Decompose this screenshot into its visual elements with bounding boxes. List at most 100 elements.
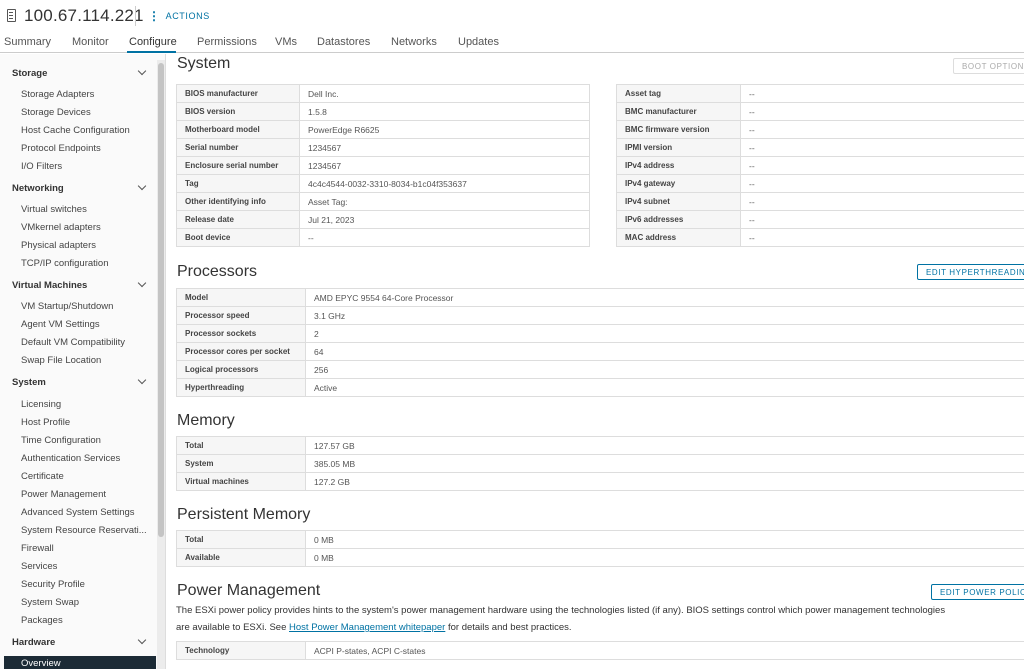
row-value: 0 MB <box>305 548 1024 567</box>
host-icon <box>7 9 16 22</box>
sidebar-item-host-profile[interactable]: Host Profile <box>21 417 70 428</box>
sidebar-group-virtual-machines[interactable]: Virtual Machines <box>12 280 87 291</box>
sidebar-item-swap-file-location[interactable]: Swap File Location <box>21 355 101 366</box>
sidebar-item-io-filters[interactable]: I/O Filters <box>21 161 62 172</box>
sidebar-item-default-vm-compatibility[interactable]: Default VM Compatibility <box>21 337 125 348</box>
row-label: System <box>176 454 306 473</box>
tab-datastores[interactable]: Datastores <box>317 36 370 48</box>
tab-monitor[interactable]: Monitor <box>72 36 109 48</box>
table-row: Total 127.57 GB <box>176 436 1024 455</box>
sidebar-item-services[interactable]: Services <box>21 561 57 572</box>
row-value: 1234567 <box>299 156 590 175</box>
host-power-management-whitepaper-link[interactable]: Host Power Management whitepaper <box>289 622 445 633</box>
row-value: -- <box>740 120 1024 139</box>
sidebar-item-virtual-switches[interactable]: Virtual switches <box>21 204 87 215</box>
row-label: Virtual machines <box>176 472 306 491</box>
chevron-down-icon[interactable] <box>137 278 147 288</box>
sidebar-item-power-management[interactable]: Power Management <box>21 489 106 500</box>
sidebar-item-authentication-services[interactable]: Authentication Services <box>21 453 120 464</box>
section-title-processors: Processors <box>177 263 258 280</box>
actions-label: ACTIONS <box>165 11 210 21</box>
sidebar-item-host-cache-configuration[interactable]: Host Cache Configuration <box>21 125 130 136</box>
row-label: Available <box>176 548 306 567</box>
tab-summary[interactable]: Summary <box>4 36 51 48</box>
configure-sidebar: Storage Storage Adapters Storage Devices… <box>0 54 166 669</box>
sidebar-item-packages[interactable]: Packages <box>21 615 63 626</box>
edit-power-policy-button[interactable]: EDIT POWER POLICY <box>931 584 1024 600</box>
sidebar-item-agent-vm-settings[interactable]: Agent VM Settings <box>21 319 100 330</box>
tab-permissions[interactable]: Permissions <box>197 36 257 48</box>
row-value: 127.57 GB <box>305 436 1024 455</box>
sidebar-group-system[interactable]: System <box>12 377 46 388</box>
tab-vms[interactable]: VMs <box>275 36 297 48</box>
row-value: -- <box>740 138 1024 157</box>
edit-hyperthreading-button[interactable]: EDIT HYPERTHREADING <box>917 264 1024 280</box>
sidebar-item-protocol-endpoints[interactable]: Protocol Endpoints <box>21 143 101 154</box>
row-value: 0 MB <box>305 530 1024 549</box>
persistent-memory-table: Total 0 MB Available 0 MB <box>176 530 1024 567</box>
sidebar-item-storage-devices[interactable]: Storage Devices <box>21 107 91 118</box>
sidebar-item-storage-adapters[interactable]: Storage Adapters <box>21 89 94 100</box>
sidebar-item-licensing[interactable]: Licensing <box>21 399 61 410</box>
row-label: Hyperthreading <box>176 378 306 397</box>
sidebar-item-vmkernel-adapters[interactable]: VMkernel adapters <box>21 222 101 233</box>
table-row: Other identifying info Asset Tag: <box>176 192 590 211</box>
row-label: Processor sockets <box>176 324 306 343</box>
system-right-table: Asset tag -- BMC manufacturer -- BMC firmwar… <box>616 84 1024 247</box>
sidebar-group-hardware[interactable]: Hardware <box>12 637 55 648</box>
sidebar-item-firewall[interactable]: Firewall <box>21 543 54 554</box>
sidebar-item-system-resource-reservation[interactable]: System Resource Reservati... <box>21 525 147 536</box>
row-label: Model <box>176 288 306 307</box>
table-row: Available 0 MB <box>176 548 1024 567</box>
processors-table: Model AMD EPYC 9554 64-Core Processor Proc… <box>176 288 1024 397</box>
row-value: 256 <box>305 360 1024 379</box>
table-row: BMC firmware version -- <box>616 120 1024 139</box>
memory-table: Total 127.57 GB System 385.05 MB Virtual mac… <box>176 436 1024 491</box>
tab-updates[interactable]: Updates <box>458 36 499 48</box>
sidebar-item-advanced-system-settings[interactable]: Advanced System Settings <box>21 507 135 518</box>
tab-bar: Summary Monitor Configure Permissions VM… <box>0 33 1024 53</box>
sidebar-item-vm-startup-shutdown[interactable]: VM Startup/Shutdown <box>21 301 113 312</box>
tab-configure[interactable]: Configure <box>129 36 177 48</box>
tab-networks[interactable]: Networks <box>391 36 437 48</box>
sidebar-item-tcpip-configuration[interactable]: TCP/IP configuration <box>21 258 108 269</box>
sidebar-group-networking[interactable]: Networking <box>12 183 64 194</box>
row-label: MAC address <box>616 228 741 247</box>
row-value: 64 <box>305 342 1024 361</box>
chevron-down-icon[interactable] <box>137 635 147 645</box>
actions-menu-button[interactable]: ⋮ ACTIONS <box>148 10 210 22</box>
sidebar-item-time-configuration[interactable]: Time Configuration <box>21 435 101 446</box>
row-value: -- <box>740 84 1024 103</box>
section-title-system: System <box>177 55 231 72</box>
header-divider <box>135 6 136 26</box>
object-header: 100.67.114.221 ⋮ ACTIONS <box>0 0 1024 32</box>
row-label: IPv4 address <box>616 156 741 175</box>
table-row: MAC address -- <box>616 228 1024 247</box>
power-description-suffix: for details and best practices. <box>445 622 572 633</box>
sidebar-group-storage[interactable]: Storage <box>12 68 47 79</box>
chevron-down-icon[interactable] <box>137 375 147 385</box>
row-value: -- <box>740 174 1024 193</box>
sidebar-item-security-profile[interactable]: Security Profile <box>21 579 85 590</box>
power-technology-table: Technology ACPI P-states, ACPI C-states <box>176 641 1024 660</box>
row-label: Tag <box>176 174 300 193</box>
boot-options-button[interactable]: BOOT OPTIONS <box>953 58 1024 74</box>
table-row: Tag 4c4c4544-0032-3310-8034-b1c04f353637 <box>176 174 590 193</box>
power-description-prefix: are available to ESXi. See <box>176 622 290 633</box>
row-value: -- <box>299 228 590 247</box>
sidebar-item-certificate[interactable]: Certificate <box>21 471 64 482</box>
chevron-down-icon[interactable] <box>137 181 147 191</box>
sidebar-item-system-swap[interactable]: System Swap <box>21 597 79 608</box>
sidebar-item-physical-adapters[interactable]: Physical adapters <box>21 240 96 251</box>
table-row: Enclosure serial number 1234567 <box>176 156 590 175</box>
table-row: System 385.05 MB <box>176 454 1024 473</box>
row-value: AMD EPYC 9554 64-Core Processor <box>305 288 1024 307</box>
table-row: Total 0 MB <box>176 530 1024 549</box>
chevron-down-icon[interactable] <box>137 66 147 76</box>
row-label: Asset tag <box>616 84 741 103</box>
hardware-overview-panel: System BOOT OPTIONS BIOS manufacturer Del… <box>167 54 1024 669</box>
sidebar-scrollbar-thumb[interactable] <box>158 63 164 537</box>
table-row: IPv4 subnet -- <box>616 192 1024 211</box>
row-label: Release date <box>176 210 300 229</box>
sidebar-item-overview[interactable]: Overview <box>21 658 61 669</box>
